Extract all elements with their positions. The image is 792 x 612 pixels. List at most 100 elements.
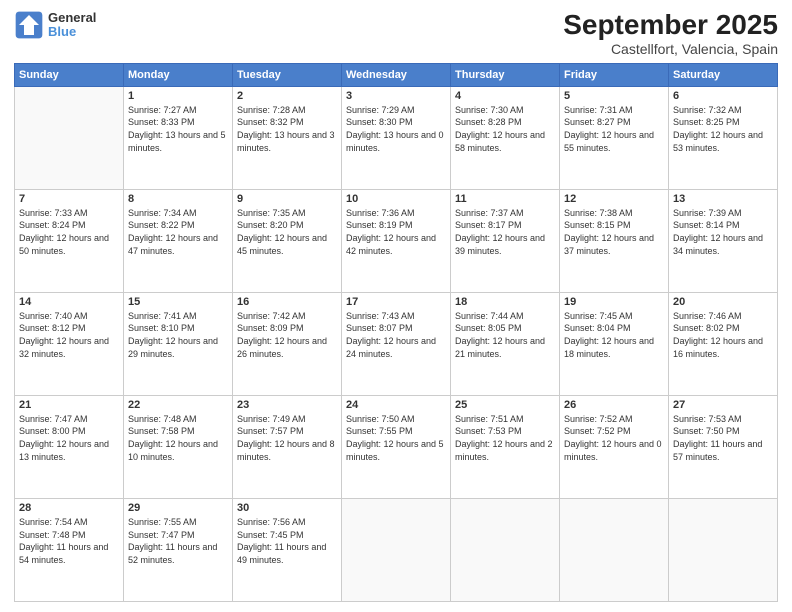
calendar-week-row: 7Sunrise: 7:33 AMSunset: 8:24 PMDaylight…: [15, 189, 778, 292]
cell-info: Sunrise: 7:49 AMSunset: 7:57 PMDaylight:…: [237, 413, 337, 463]
table-row: 3 Sunrise: 7:29 AMSunset: 8:30 PMDaylight…: [342, 86, 451, 189]
table-row: 26 Sunrise: 7:52 AMSunset: 7:52 PMDayligh…: [560, 395, 669, 498]
table-row: 11Sunrise: 7:37 AMSunset: 8:17 PMDayligh…: [451, 189, 560, 292]
day-number: 23: [237, 399, 337, 411]
table-row: 27 Sunrise: 7:53 AMSunset: 7:50 PMDayligh…: [669, 395, 778, 498]
header-row: Sunday Monday Tuesday Wednesday Thursday…: [15, 63, 778, 86]
cell-info: Sunrise: 7:35 AMSunset: 8:20 PMDaylight:…: [237, 207, 337, 257]
cell-info: Sunrise: 7:34 AMSunset: 8:22 PMDaylight:…: [128, 207, 228, 257]
cell-info: Sunrise: 7:37 AMSunset: 8:17 PMDaylight:…: [455, 207, 555, 257]
cell-info: Sunrise: 7:32 AMSunset: 8:25 PMDaylight:…: [673, 104, 773, 154]
table-row: [560, 498, 669, 601]
day-number: 3: [346, 90, 446, 102]
calendar-header: Sunday Monday Tuesday Wednesday Thursday…: [15, 63, 778, 86]
table-row: [342, 498, 451, 601]
cell-info: Sunrise: 7:39 AMSunset: 8:14 PMDaylight:…: [673, 207, 773, 257]
table-row: 24Sunrise: 7:50 AMSunset: 7:55 PMDayligh…: [342, 395, 451, 498]
logo: General Blue: [14, 10, 96, 40]
cell-info: Sunrise: 7:28 AMSunset: 8:32 PMDaylight:…: [237, 104, 337, 154]
table-row: 6 Sunrise: 7:32 AMSunset: 8:25 PMDaylight…: [669, 86, 778, 189]
cell-info: Sunrise: 7:52 AMSunset: 7:52 PMDaylight:…: [564, 413, 664, 463]
table-row: 25 Sunrise: 7:51 AMSunset: 7:53 PMDayligh…: [451, 395, 560, 498]
day-number: 4: [455, 90, 555, 102]
day-number: 14: [19, 296, 119, 308]
table-row: 23 Sunrise: 7:49 AMSunset: 7:57 PMDayligh…: [233, 395, 342, 498]
cell-info: Sunrise: 7:51 AMSunset: 7:53 PMDaylight:…: [455, 413, 555, 463]
table-row: 19 Sunrise: 7:45 AMSunset: 8:04 PMDayligh…: [560, 292, 669, 395]
table-row: 12Sunrise: 7:38 AMSunset: 8:15 PMDayligh…: [560, 189, 669, 292]
table-row: 8Sunrise: 7:34 AMSunset: 8:22 PMDaylight…: [124, 189, 233, 292]
cell-info: Sunrise: 7:27 AMSunset: 8:33 PMDaylight:…: [128, 104, 228, 154]
table-row: 13 Sunrise: 7:39 AMSunset: 8:14 PMDayligh…: [669, 189, 778, 292]
table-row: 14 Sunrise: 7:40 AMSunset: 8:12 PMDayligh…: [15, 292, 124, 395]
day-number: 15: [128, 296, 228, 308]
cell-info: Sunrise: 7:29 AMSunset: 8:30 PMDaylight:…: [346, 104, 446, 154]
calendar-subtitle: Castellfort, Valencia, Spain: [563, 41, 778, 57]
cell-info: Sunrise: 7:33 AMSunset: 8:24 PMDaylight:…: [19, 207, 119, 257]
table-row: 29 Sunrise: 7:55 AMSunset: 7:47 PMDayligh…: [124, 498, 233, 601]
cell-info: Sunrise: 7:36 AMSunset: 8:19 PMDaylight:…: [346, 207, 446, 257]
day-number: 1: [128, 90, 228, 102]
day-number: 30: [237, 502, 337, 514]
day-number: 19: [564, 296, 664, 308]
page: General Blue September 2025 Castellfort,…: [0, 0, 792, 612]
day-number: 27: [673, 399, 773, 411]
table-row: 7Sunrise: 7:33 AMSunset: 8:24 PMDaylight…: [15, 189, 124, 292]
cell-info: Sunrise: 7:31 AMSunset: 8:27 PMDaylight:…: [564, 104, 664, 154]
day-number: 25: [455, 399, 555, 411]
table-row: 17 Sunrise: 7:43 AMSunset: 8:07 PMDayligh…: [342, 292, 451, 395]
table-row: 20Sunrise: 7:46 AMSunset: 8:02 PMDayligh…: [669, 292, 778, 395]
cell-info: Sunrise: 7:47 AMSunset: 8:00 PMDaylight:…: [19, 413, 119, 463]
cell-info: Sunrise: 7:56 AMSunset: 7:45 PMDaylight:…: [237, 516, 337, 566]
header: General Blue September 2025 Castellfort,…: [14, 10, 778, 57]
cell-info: Sunrise: 7:50 AMSunset: 7:55 PMDaylight:…: [346, 413, 446, 463]
table-row: [669, 498, 778, 601]
cell-info: Sunrise: 7:55 AMSunset: 7:47 PMDaylight:…: [128, 516, 228, 566]
cell-info: Sunrise: 7:45 AMSunset: 8:04 PMDaylight:…: [564, 310, 664, 360]
table-row: 4 Sunrise: 7:30 AMSunset: 8:28 PMDaylight…: [451, 86, 560, 189]
cell-info: Sunrise: 7:38 AMSunset: 8:15 PMDaylight:…: [564, 207, 664, 257]
cell-info: Sunrise: 7:43 AMSunset: 8:07 PMDaylight:…: [346, 310, 446, 360]
cell-info: Sunrise: 7:30 AMSunset: 8:28 PMDaylight:…: [455, 104, 555, 154]
cell-info: Sunrise: 7:42 AMSunset: 8:09 PMDaylight:…: [237, 310, 337, 360]
calendar-week-row: 14 Sunrise: 7:40 AMSunset: 8:12 PMDayligh…: [15, 292, 778, 395]
day-number: 5: [564, 90, 664, 102]
logo-text: General Blue: [48, 11, 96, 40]
table-row: 2 Sunrise: 7:28 AMSunset: 8:32 PMDaylight…: [233, 86, 342, 189]
table-row: 28 Sunrise: 7:54 AMSunset: 7:48 PMDayligh…: [15, 498, 124, 601]
cell-info: Sunrise: 7:54 AMSunset: 7:48 PMDaylight:…: [19, 516, 119, 566]
day-number: 20: [673, 296, 773, 308]
calendar-week-row: 28 Sunrise: 7:54 AMSunset: 7:48 PMDayligh…: [15, 498, 778, 601]
day-number: 26: [564, 399, 664, 411]
day-number: 9: [237, 193, 337, 205]
table-row: 21 Sunrise: 7:47 AMSunset: 8:00 PMDayligh…: [15, 395, 124, 498]
col-sunday: Sunday: [15, 63, 124, 86]
cell-info: Sunrise: 7:40 AMSunset: 8:12 PMDaylight:…: [19, 310, 119, 360]
col-friday: Friday: [560, 63, 669, 86]
day-number: 16: [237, 296, 337, 308]
table-row: 15 Sunrise: 7:41 AMSunset: 8:10 PMDayligh…: [124, 292, 233, 395]
day-number: 13: [673, 193, 773, 205]
day-number: 28: [19, 502, 119, 514]
day-number: 2: [237, 90, 337, 102]
cell-info: Sunrise: 7:53 AMSunset: 7:50 PMDaylight:…: [673, 413, 773, 463]
col-thursday: Thursday: [451, 63, 560, 86]
day-number: 10: [346, 193, 446, 205]
col-tuesday: Tuesday: [233, 63, 342, 86]
table-row: 9 Sunrise: 7:35 AMSunset: 8:20 PMDaylight…: [233, 189, 342, 292]
logo-line2: Blue: [48, 25, 96, 39]
cell-info: Sunrise: 7:41 AMSunset: 8:10 PMDaylight:…: [128, 310, 228, 360]
logo-icon: [14, 10, 44, 40]
day-number: 29: [128, 502, 228, 514]
day-number: 6: [673, 90, 773, 102]
table-row: 30 Sunrise: 7:56 AMSunset: 7:45 PMDayligh…: [233, 498, 342, 601]
day-number: 17: [346, 296, 446, 308]
col-saturday: Saturday: [669, 63, 778, 86]
table-row: 1 Sunrise: 7:27 AMSunset: 8:33 PMDaylight…: [124, 86, 233, 189]
table-row: 10 Sunrise: 7:36 AMSunset: 8:19 PMDayligh…: [342, 189, 451, 292]
day-number: 18: [455, 296, 555, 308]
calendar-body: 1 Sunrise: 7:27 AMSunset: 8:33 PMDaylight…: [15, 86, 778, 601]
cell-info: Sunrise: 7:48 AMSunset: 7:58 PMDaylight:…: [128, 413, 228, 463]
day-number: 21: [19, 399, 119, 411]
day-number: 22: [128, 399, 228, 411]
